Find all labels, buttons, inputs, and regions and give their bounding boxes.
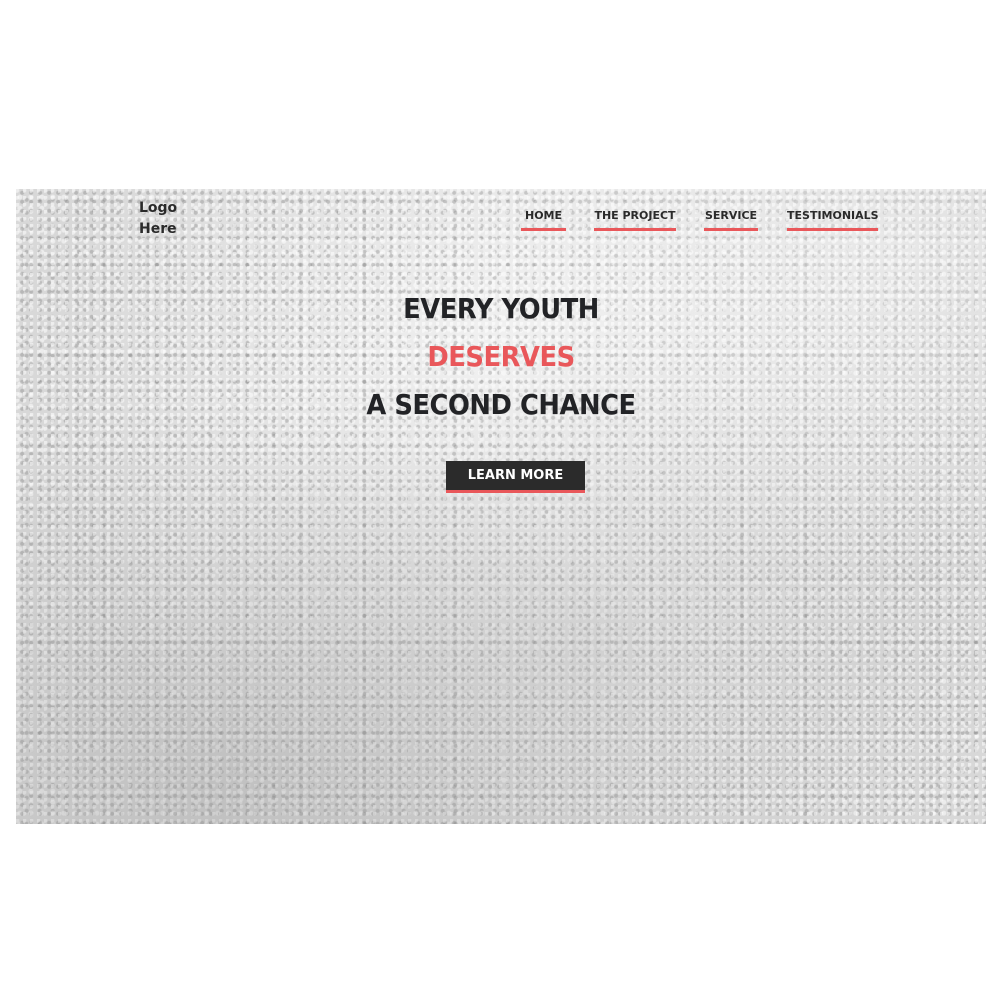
headline-line-3: A SECOND CHANCE: [366, 388, 636, 421]
nav-item-service[interactable]: SERVICE: [704, 209, 758, 231]
main-nav: HOME THE PROJECT SERVICE TESTIMONIALS: [16, 209, 986, 239]
headline-line-1: EVERY YOUTH: [403, 292, 599, 325]
hero-section: Logo Here HOME THE PROJECT SERVICE TESTI…: [16, 189, 986, 824]
nav-item-the-project[interactable]: THE PROJECT: [594, 209, 676, 231]
headline-line-2-accent: DESERVES: [427, 340, 575, 373]
nav-item-testimonials[interactable]: TESTIMONIALS: [787, 209, 879, 231]
learn-more-button[interactable]: LEARN MORE: [446, 461, 585, 493]
nav-item-home[interactable]: HOME: [521, 209, 566, 231]
